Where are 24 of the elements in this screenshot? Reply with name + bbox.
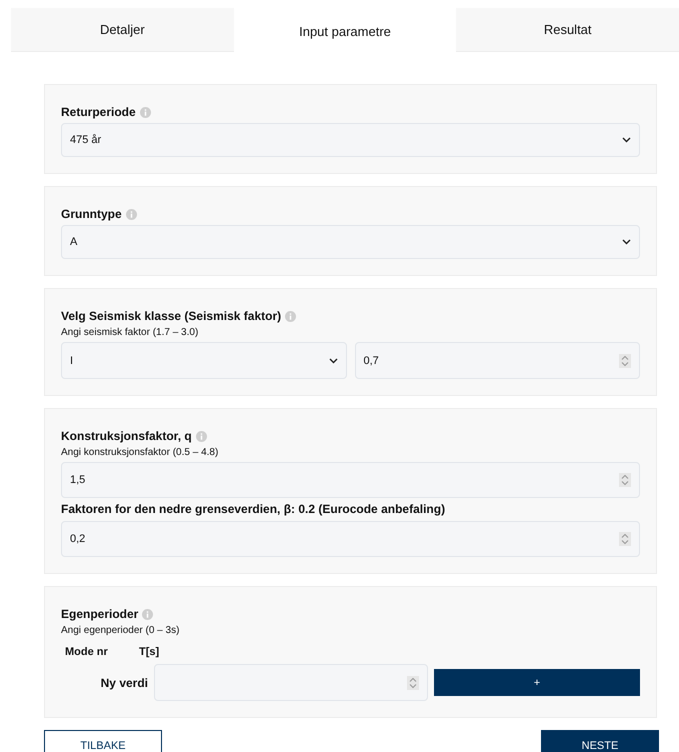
hint-text: Angi egenperioder (0 – 3s) xyxy=(61,625,180,636)
section-title: Konstruksjonsfaktor, q xyxy=(61,429,192,443)
select-field[interactable]: I xyxy=(61,342,346,379)
back-button[interactable]: TILBAKE xyxy=(44,730,162,752)
section-title: Returperiode xyxy=(61,105,136,119)
section-title: Grunntype xyxy=(61,207,122,221)
select-field[interactable]: A xyxy=(61,225,640,259)
number-field[interactable]: 0,7 xyxy=(354,342,640,379)
tab[interactable]: Resultat xyxy=(456,8,679,52)
section-title: Velg Seismisk klasse (Seismisk faktor) xyxy=(61,309,282,323)
column-header: Mode nr xyxy=(65,646,109,658)
select-field[interactable]: 475 år xyxy=(61,123,640,157)
hint-text: Angi seismisk faktor (1.7 – 3.0) xyxy=(61,327,200,338)
next-button[interactable]: NESTE xyxy=(541,730,659,752)
add-button[interactable]: + xyxy=(434,669,640,696)
tab[interactable]: Input parametre xyxy=(234,8,456,52)
field-label: Faktoren for den nedre grenseverdien, β: 0.2 (Eurocode anbefaling) xyxy=(61,502,446,516)
hint-text: Angi konstruksjonsfaktor (0.5 – 4.8) xyxy=(61,447,220,458)
section-title: Egenperioder xyxy=(61,607,138,621)
column-header: T[s] xyxy=(139,646,160,658)
tab[interactable]: Detaljer xyxy=(11,8,234,52)
number-field[interactable]: 0,2 xyxy=(61,521,640,557)
field-label: Ny verdi xyxy=(100,676,148,690)
number-field[interactable]: 1,5 xyxy=(61,462,640,498)
